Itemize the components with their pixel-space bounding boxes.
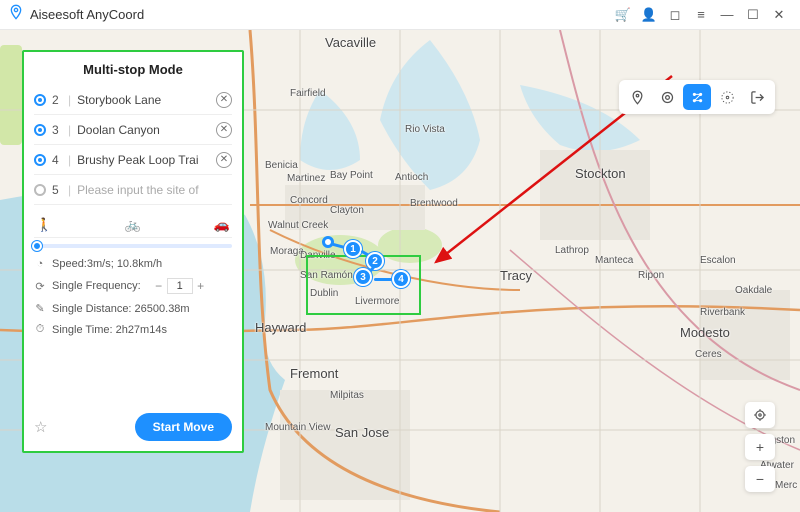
stop-name: Doolan Canyon <box>77 123 210 137</box>
hamburger-menu-icon[interactable]: ≡ <box>688 4 714 26</box>
travel-mode-tabs: 🚶 🚲 🚗 <box>34 217 232 238</box>
stops-list: 2 | Storybook Lane ✕ 3 | Doolan Canyon ✕… <box>34 85 232 205</box>
stop-radio-icon <box>34 184 46 196</box>
minimize-button[interactable]: — <box>714 4 740 26</box>
frequency-plus-button[interactable]: + <box>193 278 209 294</box>
frequency-input[interactable] <box>167 278 193 294</box>
route-marker-1[interactable]: 1 <box>344 240 362 258</box>
stop-name: Brushy Peak Loop Trai <box>77 153 210 167</box>
speed-icon: ◔ <box>34 258 46 270</box>
titlebar: Aiseesoft AnyCoord 🛒 👤 ◻ ≡ — ☐ ✕ <box>0 0 800 30</box>
exit-tool[interactable] <box>743 84 771 110</box>
app-title: Aiseesoft AnyCoord <box>30 7 144 22</box>
stop-number: 5 <box>52 183 62 197</box>
multistop-panel: Multi-stop Mode 2 | Storybook Lane ✕ 3 |… <box>22 50 244 453</box>
distance-icon: ✎ <box>34 302 46 315</box>
panel-title: Multi-stop Mode <box>34 62 232 77</box>
stop-row[interactable]: 3 | Doolan Canyon ✕ <box>34 115 232 145</box>
stop-name: Storybook Lane <box>77 93 210 107</box>
remove-stop-button[interactable]: ✕ <box>216 152 232 168</box>
stop-number: 4 <box>52 153 62 167</box>
mode-toolbar <box>619 80 775 114</box>
cart-icon[interactable]: 🛒 <box>610 4 636 26</box>
close-button[interactable]: ✕ <box>766 4 792 26</box>
frequency-icon: ⟳ <box>34 280 46 293</box>
frequency-row: ⟳ Single Frequency: − + <box>34 278 232 294</box>
one-stop-mool[interactable] <box>653 84 681 110</box>
speed-slider[interactable] <box>34 244 232 248</box>
stop-row[interactable]: 4 | Brushy Peak Loop Trai ✕ <box>34 145 232 175</box>
maximize-button[interactable]: ☐ <box>740 4 766 26</box>
zoom-in-button[interactable]: + <box>745 434 775 460</box>
remove-stop-button[interactable]: ✕ <box>216 92 232 108</box>
route-marker-4[interactable]: 4 <box>392 270 410 288</box>
bike-mode-icon[interactable]: 🚲 <box>125 217 141 233</box>
stop-row[interactable]: 2 | Storybook Lane ✕ <box>34 85 232 115</box>
stop-number: 2 <box>52 93 62 107</box>
app-logo-icon <box>8 4 24 25</box>
stop-number: 3 <box>52 123 62 137</box>
distance-info: ✎ Single Distance: 26500.38m <box>34 302 232 315</box>
locate-me-button[interactable] <box>745 402 775 428</box>
speed-info: ◔ Speed:3m/s; 10.8km/h <box>34 258 232 270</box>
time-icon: ⏱ <box>34 323 46 336</box>
stop-radio-icon <box>34 124 46 136</box>
remove-stop-button[interactable]: ✕ <box>216 122 232 138</box>
window-icon[interactable]: ◻ <box>662 4 688 26</box>
stop-radio-icon <box>34 154 46 166</box>
walk-mode-icon[interactable]: 🚶 <box>36 217 52 233</box>
stop-input-row[interactable]: 5 | Please input the site of <box>34 175 232 205</box>
zoom-out-button[interactable]: − <box>745 466 775 492</box>
account-icon[interactable]: 👤 <box>636 4 662 26</box>
stop-input-placeholder[interactable]: Please input the site of <box>77 183 232 197</box>
car-mode-icon[interactable]: 🚗 <box>214 217 230 233</box>
favorite-button[interactable]: ☆ <box>34 418 47 436</box>
joystick-tool[interactable] <box>713 84 741 110</box>
zoom-controls: + − <box>745 402 775 492</box>
start-move-button[interactable]: Start Move <box>135 413 232 441</box>
modify-location-tool[interactable] <box>623 84 651 110</box>
stop-radio-icon <box>34 94 46 106</box>
route-marker-3[interactable]: 3 <box>354 268 372 286</box>
frequency-minus-button[interactable]: − <box>151 278 167 294</box>
time-info: ⏱ Single Time: 2h27m14s <box>34 323 232 336</box>
multi-stop-tool[interactable] <box>683 84 711 110</box>
